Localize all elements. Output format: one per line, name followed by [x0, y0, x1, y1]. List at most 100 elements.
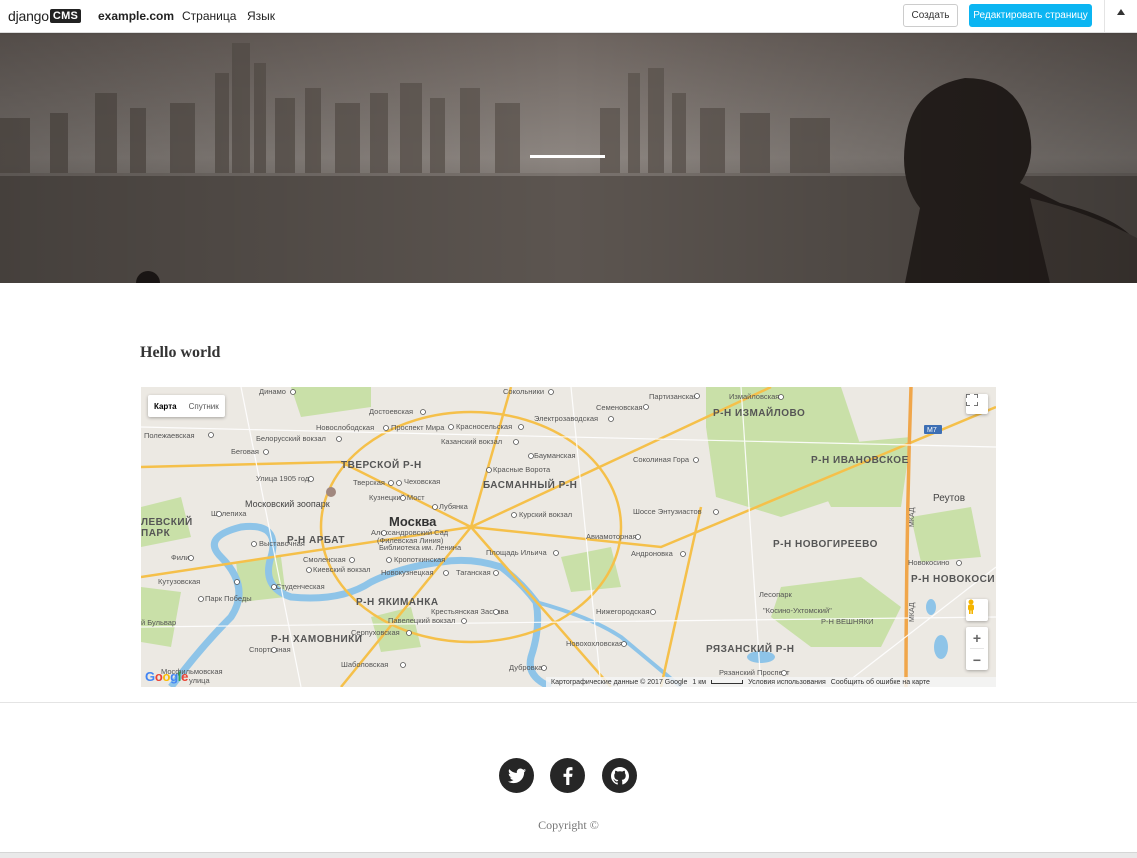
google-map[interactable]: Динамо Сокольники Партизанская Измайловс… — [141, 387, 996, 687]
svg-text:Динамо: Динамо — [259, 387, 286, 396]
svg-text:Р-Н ИЗМАЙЛОВО: Р-Н ИЗМАЙЛОВО — [713, 406, 805, 419]
svg-text:Улица 1905 года: Улица 1905 года — [256, 474, 314, 483]
create-button[interactable]: Создать — [903, 4, 958, 27]
map-scale-label: 1 км — [692, 678, 707, 686]
svg-text:РЯЗАНСКИЙ Р-Н: РЯЗАНСКИЙ Р-Н — [706, 642, 795, 655]
svg-text:Реутов: Реутов — [933, 493, 965, 504]
svg-text:Р-Н ВЕШНЯКИ: Р-Н ВЕШНЯКИ — [821, 617, 873, 626]
svg-text:Московский зоопарк: Московский зоопарк — [245, 499, 330, 509]
django-cms-logo[interactable]: django CMS — [8, 7, 82, 25]
triangle-up-icon[interactable] — [1117, 9, 1125, 15]
svg-text:Полежаевская: Полежаевская — [144, 431, 195, 440]
svg-text:Белорусский вокзал: Белорусский вокзал — [256, 434, 326, 443]
footer-divider — [0, 702, 1137, 703]
svg-text:БАСМАННЫЙ Р-Н: БАСМАННЫЙ Р-Н — [483, 478, 577, 491]
svg-text:Новослободская: Новослободская — [316, 423, 374, 432]
hero-image — [0, 33, 1137, 283]
logo-badge: CMS — [49, 9, 82, 23]
twitter-icon[interactable] — [499, 758, 534, 793]
svg-text:Р-Н ЯКИМАНКА: Р-Н ЯКИМАНКА — [356, 597, 439, 608]
svg-text:Парк Победы: Парк Победы — [205, 594, 252, 603]
logo-text: django — [8, 8, 49, 24]
svg-text:Киевский вокзал: Киевский вокзал — [313, 565, 371, 574]
page-menu[interactable]: Страница — [182, 9, 236, 23]
scale-bar — [711, 679, 744, 684]
svg-text:Тверская: Тверская — [353, 478, 385, 487]
svg-text:Библиотека им. Ленина: Библиотека им. Ленина — [379, 543, 462, 552]
svg-text:Проспект Мира: Проспект Мира — [391, 423, 445, 432]
svg-text:Сокольники: Сокольники — [503, 387, 544, 396]
map-type-toggle: Карта Спутник — [148, 395, 225, 417]
map-attribution-bar: Картографические данные © 2017 Google 1 … — [546, 677, 996, 687]
svg-text:МКАД: МКАД — [909, 602, 916, 622]
svg-text:Новокосино: Новокосино — [908, 558, 949, 567]
site-menu[interactable]: example.com — [98, 9, 174, 23]
svg-text:Лесопарк: Лесопарк — [759, 590, 793, 599]
svg-text:Измайловская: Измайловская — [729, 392, 779, 401]
svg-text:Р-Н ИВАНОВСКОЕ: Р-Н ИВАНОВСКОЕ — [811, 455, 909, 466]
copyright-text: Copyright © — [538, 818, 599, 832]
fullscreen-glyph — [966, 394, 978, 406]
svg-text:Андроновка: Андроновка — [631, 549, 674, 558]
svg-text:Нижегородская: Нижегородская — [596, 607, 650, 616]
svg-text:Таганская: Таганская — [456, 568, 491, 577]
svg-text:ТВЕРСКОЙ Р-Н: ТВЕРСКОЙ Р-Н — [341, 458, 422, 471]
map-scale: 1 км — [692, 678, 744, 686]
report-error-link[interactable]: Сообщить об ошибке на карте — [831, 679, 930, 686]
svg-text:Р-Н НОВОКОСИ: Р-Н НОВОКОСИ — [911, 574, 995, 585]
svg-text:Красные Ворота: Красные Ворота — [493, 465, 551, 474]
map-type-map[interactable]: Карта — [148, 395, 183, 417]
svg-text:Чеховская: Чеховская — [404, 477, 440, 486]
terms-link[interactable]: Условия использования — [748, 679, 826, 686]
twitter-glyph — [507, 768, 526, 783]
svg-text:ЛЕВСКИЙ: ЛЕВСКИЙ — [141, 515, 193, 528]
svg-text:Электрозаводская: Электрозаводская — [534, 414, 598, 423]
svg-text:МКАД: МКАД — [909, 507, 916, 527]
svg-text:Семеновская: Семеновская — [596, 403, 643, 412]
svg-text:Смоленская: Смоленская — [303, 555, 346, 564]
svg-text:Новохохловская: Новохохловская — [566, 639, 623, 648]
svg-text:Студенческая: Студенческая — [276, 582, 325, 591]
svg-text:Бауманская: Бауманская — [534, 451, 576, 460]
svg-text:Партизанская: Партизанская — [649, 392, 697, 401]
toolbar-divider — [1104, 0, 1105, 32]
edit-page-button[interactable]: Редактировать страницу — [969, 4, 1092, 27]
svg-text:Красносельская: Красносельская — [456, 422, 512, 431]
svg-text:Беговая: Беговая — [231, 447, 259, 456]
svg-text:Фили: Фили — [171, 553, 189, 562]
svg-text:Кропоткинская: Кропоткинская — [394, 555, 445, 564]
svg-text:"Косино-Ухтомский": "Косино-Ухтомский" — [763, 606, 832, 615]
svg-text:Шаболовская: Шаболовская — [341, 660, 388, 669]
fullscreen-icon[interactable] — [966, 394, 988, 414]
browser-bottom-bar — [0, 852, 1137, 858]
svg-text:Казанский вокзал: Казанский вокзал — [441, 437, 502, 446]
google-logo[interactable]: Google — [145, 669, 188, 684]
pegman-glyph — [968, 599, 974, 614]
svg-text:й Бульвар: й Бульвар — [141, 618, 176, 627]
street-view-pegman-icon[interactable] — [966, 599, 988, 621]
language-menu[interactable]: Язык — [247, 9, 275, 23]
svg-text:ПАРК: ПАРК — [141, 528, 171, 539]
map-canvas[interactable]: Динамо Сокольники Партизанская Измайловс… — [141, 387, 996, 687]
svg-text:Павелецкий вокзал: Павелецкий вокзал — [388, 616, 455, 625]
svg-text:улица: улица — [189, 676, 210, 685]
cms-toolbar: django CMS example.com Страница Язык Соз… — [0, 0, 1137, 33]
svg-text:Р-Н НОВОГИРЕЕВО: Р-Н НОВОГИРЕЕВО — [773, 539, 878, 550]
facebook-glyph — [563, 766, 572, 785]
map-type-satellite[interactable]: Спутник — [183, 395, 225, 417]
github-icon[interactable] — [602, 758, 637, 793]
facebook-icon[interactable] — [550, 758, 585, 793]
svg-text:Курский вокзал: Курский вокзал — [519, 510, 572, 519]
svg-text:Кутузовская: Кутузовская — [158, 577, 200, 586]
page-title: Hello world — [140, 344, 221, 361]
map-attribution: Картографические данные © 2017 Google — [551, 678, 688, 686]
zoom-in-button[interactable]: + — [966, 627, 988, 648]
svg-text:Шоссе Энтузиастов: Шоссе Энтузиастов — [633, 507, 702, 516]
github-glyph — [610, 766, 629, 785]
svg-text:Москва: Москва — [389, 514, 437, 529]
svg-text:Новокузнецкая: Новокузнецкая — [381, 568, 434, 577]
zoom-out-button[interactable]: − — [966, 649, 988, 670]
svg-text:Площадь Ильича: Площадь Ильича — [486, 548, 548, 557]
svg-text:Рязанский Проспект: Рязанский Проспект — [719, 668, 790, 677]
svg-text:Достоевская: Достоевская — [369, 407, 413, 416]
